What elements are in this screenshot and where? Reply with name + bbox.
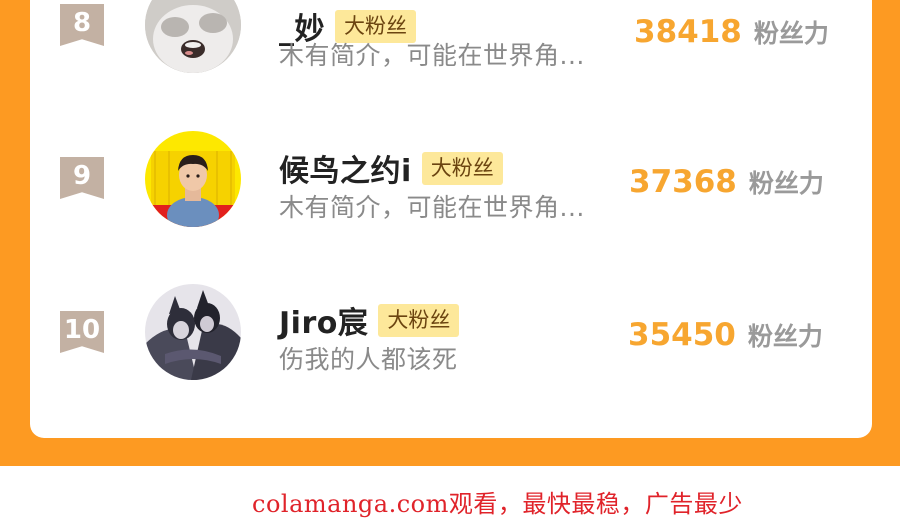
ranking-row[interactable]: 8 _妙 大粉丝 木有简介，可能在世界角... 38418 粉丝力 [30,0,872,90]
user-bio: 木有简介，可能在世界角... [279,41,585,70]
fan-score: 38418 [634,14,742,50]
fan-level-tag: 大粉丝 [378,303,460,337]
boy-photo-avatar-icon[interactable] [145,131,241,227]
user-name[interactable]: 候鸟之约i [279,146,412,190]
rank-number: 10 [63,314,101,345]
score-unit: 粉丝力 [753,19,829,48]
score-unit: 粉丝力 [747,322,823,351]
name-line: 候鸟之约i 大粉丝 [279,146,503,190]
score-block: 38418 粉丝力 [634,14,829,50]
rank-badge: 10 [60,311,104,353]
score-unit: 粉丝力 [748,169,824,198]
user-bio: 伤我的人都该死 [279,345,458,374]
fan-score: 37368 [629,164,737,200]
fan-score: 35450 [628,317,736,353]
cat-avatar-icon[interactable] [145,0,241,73]
fan-ranking-card: 8 _妙 大粉丝 木有简介，可能在世界角... 38418 粉丝力 9 候鸟之约… [30,0,872,438]
rank-badge: 8 [60,4,104,46]
ranking-row[interactable]: 9 候鸟之约i 大粉丝 木有简介，可能在世界角... 37368 粉丝力 [30,124,872,234]
user-bio: 木有简介，可能在世界角... [279,193,585,222]
name-line: Jiro宸 大粉丝 [279,298,460,342]
score-block: 35450 粉丝力 [628,317,823,353]
score-block: 37368 粉丝力 [629,164,824,200]
rank-badge: 9 [60,157,104,199]
fan-level-tag: 大粉丝 [421,151,503,185]
illustration-avatar-icon[interactable] [145,284,241,380]
ranking-row[interactable]: 10 Jiro宸 大粉丝 伤我的人都该死 35450 粉丝力 [30,278,872,388]
user-name[interactable]: Jiro宸 [279,298,368,342]
source-watermark: colamanga.com观看，最快最稳，广告最少 [252,490,743,518]
rank-number: 8 [72,7,92,38]
rank-number: 9 [72,160,92,191]
